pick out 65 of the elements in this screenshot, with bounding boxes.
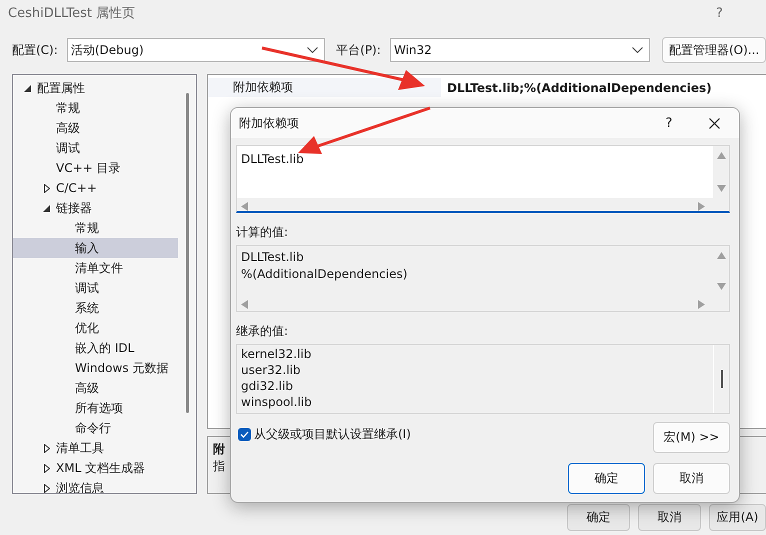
tree-item[interactable]: 调试 (75, 280, 99, 296)
check-icon (240, 431, 249, 438)
dialog-title: 附加依赖项 (239, 114, 300, 132)
section-label: 计算的值: (236, 224, 290, 241)
tree-item[interactable]: 命令行 (75, 420, 111, 436)
dropdown[interactable]: 活动(Debug) (66, 38, 326, 62)
scrollbar[interactable] (720, 370, 722, 388)
dropdown-value: 活动(Debug) (70, 42, 144, 58)
apply-button[interactable]: 应用(A) (709, 504, 766, 531)
ok-button[interactable]: 确定 (568, 463, 645, 494)
cancel-button[interactable]: 取消 (638, 504, 701, 531)
tree-item[interactable]: 高级 (75, 380, 99, 396)
config-label: 配置(C): (12, 42, 59, 58)
window-title: CeshiDLLTest 属性页 (8, 5, 136, 22)
tree-item[interactable]: XML 文档生成器 (56, 460, 146, 476)
tree-item[interactable]: 高级 (56, 120, 80, 136)
tree-item[interactable]: C/C++ (56, 181, 97, 195)
tree-item[interactable]: 优化 (75, 320, 99, 336)
tree-item[interactable]: 链接器 (56, 200, 92, 216)
description-text: 指 (213, 458, 226, 475)
expanded-icon[interactable] (24, 84, 31, 92)
property-value[interactable]: DLLTest.lib;%(AdditionalDependencies) (441, 80, 766, 94)
value-line: user32.lib (241, 362, 302, 378)
chevron-down-icon (632, 47, 644, 53)
tree-item[interactable]: 调试 (56, 140, 80, 156)
scrollbar[interactable] (186, 93, 189, 413)
help-button[interactable]: ? (714, 6, 766, 20)
field-text: DLLTest.lib (241, 151, 305, 168)
checkbox-label[interactable]: 从父级或项目默认设置继承(I) (254, 426, 411, 443)
close-icon[interactable] (708, 118, 720, 128)
tree-item[interactable]: 所有选项 (75, 400, 123, 416)
section-label: 继承的值: (236, 323, 290, 340)
help-button[interactable]: ? (649, 116, 689, 130)
macro-button[interactable]: 宏(M) >> (653, 422, 730, 453)
tree-item[interactable]: 清单文件 (75, 260, 123, 276)
platform-label: 平台(P): (336, 42, 382, 58)
tree-item[interactable]: 常规 (75, 220, 99, 236)
collapsed-icon[interactable] (44, 464, 50, 472)
collapsed-icon[interactable] (44, 444, 50, 452)
value-line: winspool.lib (241, 394, 313, 410)
dropdown-value: Win32 (394, 43, 432, 57)
tree-item[interactable]: 清单工具 (56, 440, 104, 456)
collapsed-icon[interactable] (44, 184, 50, 192)
tree-item[interactable]: 输入 (75, 240, 99, 256)
value-line: gdi32.lib (241, 378, 294, 394)
description-title: 附 (213, 441, 226, 458)
tree-item[interactable]: 系统 (75, 300, 99, 316)
dropdown[interactable]: Win32 (390, 38, 650, 62)
value-line: kernel32.lib (241, 346, 312, 362)
tree-item[interactable]: 常规 (56, 100, 80, 116)
tree-item[interactable]: Windows 元数据 (75, 360, 168, 376)
chevron-down-icon (307, 47, 318, 53)
ok-button[interactable]: 确定 (567, 504, 630, 531)
cancel-button[interactable]: 取消 (653, 463, 730, 494)
value-line: DLLTest.lib (241, 249, 305, 266)
checkbox[interactable] (238, 428, 251, 441)
expanded-icon[interactable] (43, 204, 50, 212)
value-line: %(AdditionalDependencies) (241, 266, 408, 283)
property-name[interactable]: 附加依赖项 (233, 79, 441, 96)
tree-item[interactable]: 配置属性 (37, 80, 85, 96)
collapsed-icon[interactable] (44, 484, 50, 492)
tree-item[interactable]: VC++ 目录 (56, 160, 121, 176)
configuration-manager-button[interactable]: 配置管理器(O)... (662, 37, 766, 63)
tree-item[interactable]: 浏览信息 (56, 480, 104, 493)
tree-item[interactable]: 嵌入的 IDL (75, 340, 134, 356)
